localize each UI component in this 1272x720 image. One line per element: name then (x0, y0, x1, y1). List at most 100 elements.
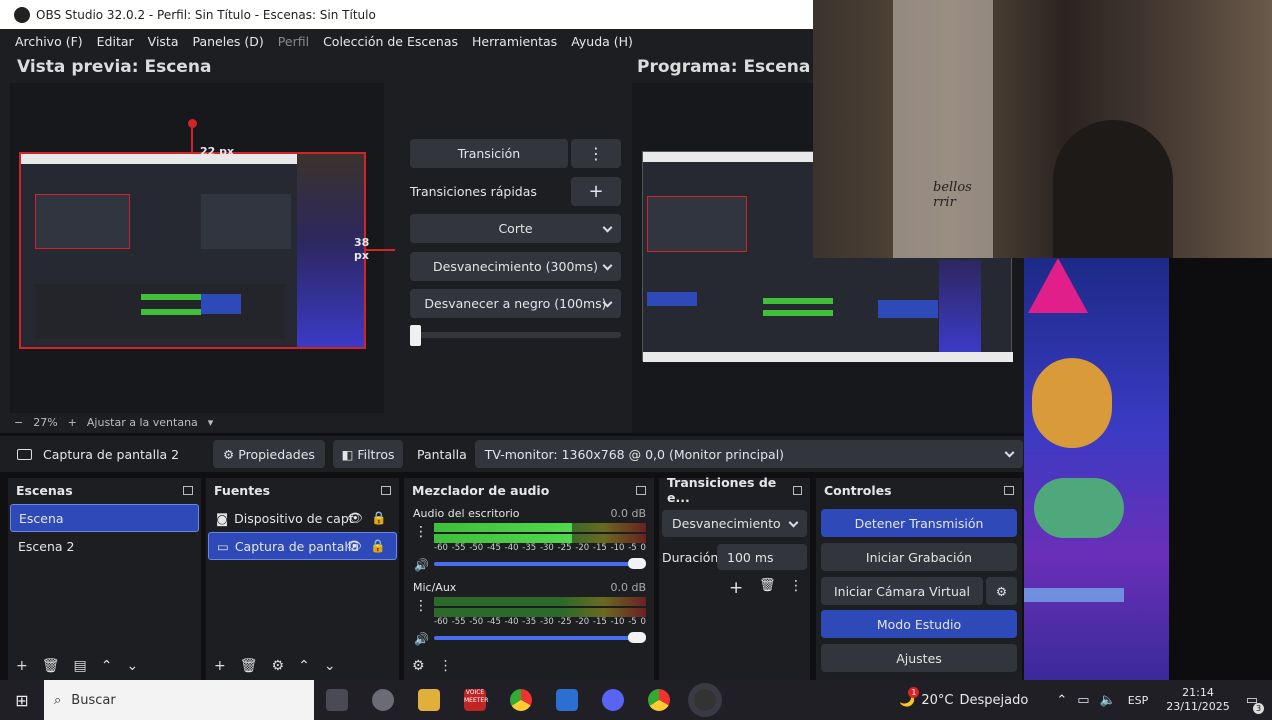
weather-widget[interactable]: 🌙 1 20°C Despejado (899, 686, 1028, 708)
clock[interactable]: 21:14 23/11/2025 (1166, 686, 1229, 714)
tray-chevron-up-icon[interactable]: ⌃ (1056, 693, 1067, 708)
undock-icon[interactable] (1004, 485, 1014, 495)
zoom-in-icon[interactable]: + (68, 416, 77, 429)
add-icon[interactable]: + (16, 658, 28, 674)
menu-archivo[interactable]: Archivo (F) (8, 34, 90, 49)
undock-icon[interactable] (381, 485, 391, 495)
display-select[interactable]: TV-monitor: 1360x768 @ 0,0 (Monitor prin… (474, 440, 1023, 468)
start-recording-button[interactable]: Iniciar Grabación (821, 543, 1017, 571)
network-icon[interactable]: ▭ (1077, 693, 1089, 708)
notifications-icon[interactable]: ▭ 3 (1246, 693, 1264, 714)
eye-icon[interactable]: 👁 (347, 510, 363, 526)
file-explorer-icon[interactable] (418, 689, 440, 711)
gear-icon[interactable]: ⚙ (272, 658, 285, 674)
volume-icon[interactable]: 🔈 (1100, 693, 1116, 708)
advanced-audio-gear-icon[interactable]: ⚙ (412, 658, 425, 674)
menu-coleccion[interactable]: Colección de Escenas (316, 34, 465, 49)
display-select-value: TV-monitor: 1360x768 @ 0,0 (Monitor prin… (484, 446, 785, 462)
taskbar: ⊞ ⌕ Buscar VOICE MEETER 🌙 1 20°C Despejad… (0, 680, 1272, 720)
slider-knob[interactable] (628, 558, 646, 569)
settings-gear-icon[interactable] (372, 689, 394, 711)
trash-icon[interactable]: 🗑 (759, 578, 776, 593)
duration-spinbox[interactable]: 100 ms (717, 544, 807, 570)
mixer-channel: Mic/Aux 0.0 dB ⋮ -60 -55 -50 -45 -40 -35 -30 -2… (404, 576, 654, 650)
stop-stream-button[interactable]: Detener Transmisión (821, 509, 1017, 537)
program-label: Programa: Escena (637, 57, 811, 77)
chevron-down-icon[interactable]: ⌄ (126, 658, 138, 674)
menu-editar[interactable]: Editar (90, 34, 141, 49)
quick-transition-fade[interactable]: Desvanecimiento (300ms) (410, 252, 621, 281)
menu-ayuda[interactable]: Ayuda (H) (564, 34, 640, 49)
rotation-handle[interactable] (188, 119, 197, 128)
filter-icon[interactable]: ▤ (74, 658, 87, 674)
transition-select[interactable]: Desvanecimiento (662, 510, 807, 537)
properties-button[interactable]: ⚙ Propiedades (213, 440, 325, 468)
undock-icon[interactable] (636, 485, 646, 495)
channel-menu-icon[interactable]: ⋮ (414, 524, 428, 540)
scale-tick: -55 (451, 543, 466, 553)
transition-more-icon[interactable]: ⋮ (571, 139, 621, 168)
scene-item[interactable]: Escena 2 (10, 532, 199, 560)
speaker-icon[interactable]: 🔊 (414, 558, 429, 572)
lock-icon[interactable]: 🔒 (370, 538, 386, 554)
transition-button[interactable]: Transición (410, 139, 568, 168)
add-icon[interactable]: + (214, 658, 226, 674)
transition-tbar[interactable] (410, 332, 621, 338)
channel-menu-icon[interactable]: ⋮ (414, 598, 428, 614)
source-item[interactable]: ▭ Captura de pantalla 👁 🔒 (208, 532, 397, 560)
chevron-down-icon[interactable]: ⌄ (324, 658, 336, 674)
scale-tick: -15 (592, 617, 607, 627)
speaker-icon[interactable]: 🔊 (414, 632, 429, 646)
eye-icon[interactable]: 👁 (346, 538, 362, 554)
scale-tick: -20 (575, 543, 590, 553)
virtual-camera-gear-icon[interactable]: ⚙ (986, 577, 1017, 605)
source-item-label: Captura de pantalla (234, 538, 360, 554)
filters-button[interactable]: ◧ Filtros (333, 440, 403, 468)
obs-taskbar-icon[interactable] (694, 689, 716, 711)
quick-transition-fade-black[interactable]: Desvanecer a negro (100ms) (410, 289, 621, 318)
menu-paneles[interactable]: Paneles (D) (186, 34, 271, 49)
search-box[interactable]: ⌕ Buscar (44, 680, 314, 720)
studio-mode-button[interactable]: Modo Estudio (821, 610, 1017, 638)
language-indicator[interactable]: ESP (1128, 694, 1149, 707)
zoom-out-icon[interactable]: − (14, 416, 23, 429)
undock-icon[interactable] (183, 485, 193, 495)
scale-tick: -15 (592, 543, 607, 553)
trash-icon[interactable]: 🗑 (240, 658, 258, 674)
start-virtual-camera-button[interactable]: Iniciar Cámara Virtual (821, 577, 983, 605)
preview-canvas[interactable]: 22 px 38 px (10, 83, 395, 413)
chevron-up-icon[interactable]: ⌃ (101, 658, 113, 674)
chrome-icon[interactable] (510, 689, 532, 711)
add-quick-transition-icon[interactable]: + (571, 177, 621, 206)
tbar-handle[interactable] (410, 325, 421, 346)
volume-slider[interactable] (434, 632, 646, 643)
task-view-icon[interactable] (326, 689, 348, 711)
menu-herramientas[interactable]: Herramientas (465, 34, 564, 49)
fit-window-select[interactable]: Ajustar a la ventana (87, 416, 198, 429)
source-item[interactable]: ◙ Dispositivo de capt 👁 🔒 (208, 504, 397, 532)
settings-button[interactable]: Ajustes (821, 644, 1017, 672)
source-selection-box[interactable] (19, 152, 366, 349)
mixer-menu-icon[interactable]: ⋮ (439, 658, 453, 674)
lock-icon[interactable]: 🔒 (371, 510, 387, 526)
chrome-icon-2[interactable] (648, 689, 670, 711)
voicemeeter-icon[interactable]: VOICE MEETER (464, 689, 488, 711)
undock-icon[interactable] (792, 485, 802, 495)
menu-vista[interactable]: Vista (141, 34, 186, 49)
volume-slider[interactable] (434, 558, 646, 569)
trash-icon[interactable]: 🗑 (42, 658, 60, 674)
scene-item[interactable]: Escena (10, 504, 199, 532)
chevron-up-icon[interactable]: ⌃ (298, 658, 310, 674)
store-icon[interactable] (556, 689, 578, 711)
windows-start-icon[interactable]: ⊞ (0, 691, 44, 710)
slider-knob[interactable] (628, 632, 646, 643)
sources-title: Fuentes (214, 482, 271, 498)
fit-chevron-down-icon[interactable]: ▾ (208, 416, 214, 429)
more-icon[interactable]: ⋮ (789, 578, 803, 594)
menu-perfil[interactable]: Perfil (271, 34, 316, 49)
discord-icon[interactable] (602, 689, 624, 711)
volume-meter: -60 -55 -50 -45 -40 -35 -30 -25 -20 -15 -10 -5 0 (434, 597, 646, 627)
quick-transition-corte[interactable]: Corte (410, 214, 621, 243)
source-toolbar: Captura de pantalla 2 ⚙ Propiedades ◧ Filt… (0, 436, 1024, 472)
add-icon[interactable]: + (729, 578, 743, 598)
